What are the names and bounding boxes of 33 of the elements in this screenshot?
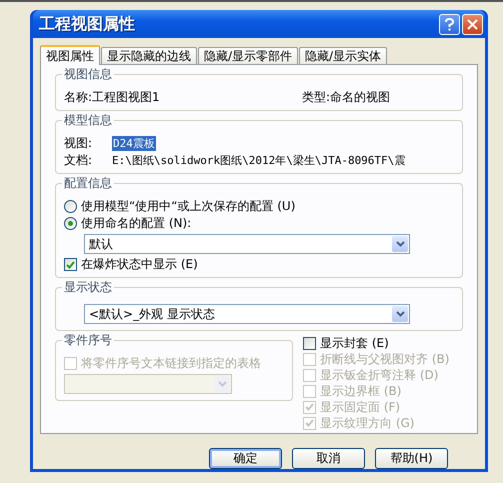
checkbox-label: 显示钣金折弯注释 (D)	[320, 366, 438, 384]
group-title: 视图信息	[62, 67, 114, 81]
field-value: D24震板	[112, 136, 156, 151]
checkbox-label: 在爆炸状态中显示 (E)	[81, 256, 198, 273]
dropdown[interactable]: <默认>_外观 显示状态	[84, 304, 410, 324]
radio-label: 使用命名的配置 (N):	[81, 215, 192, 232]
field-label: 类型:	[302, 89, 330, 106]
field-value: 工程图视图1	[92, 89, 161, 106]
checkbox-label: 显示纹理方向 (G)	[320, 414, 414, 432]
checkbox-label: 显示固定面 (F)	[320, 398, 400, 416]
checkbox-label: 显示边界框 (B)	[320, 382, 402, 400]
dialog-button[interactable]: 取消	[292, 448, 365, 469]
tab[interactable]: 显示隐藏的边线	[101, 47, 197, 64]
window-title: 工程视图属性	[39, 14, 136, 34]
field-value: E:\图纸\solidwork图纸\2012年\梁生\JTA-8096TF\震	[112, 153, 406, 168]
checkbox-label: 将零件序号文本链接到指定的表格	[81, 355, 261, 372]
tab[interactable]: 隐藏/显示实体	[299, 47, 388, 64]
group-title: 模型信息	[62, 113, 114, 127]
radio-label: 使用模型“使用中“或上次保存的配置 (U)	[81, 198, 296, 215]
dialog-button[interactable]: 帮助(H)	[375, 448, 448, 469]
group-title: 零件序号	[62, 333, 114, 347]
tab[interactable]: 隐藏/显示零部件	[198, 47, 298, 64]
field-label: 文档:	[64, 152, 94, 169]
dialog-button[interactable]: 确定	[209, 448, 282, 469]
field-value: 命名的视图	[330, 89, 390, 106]
checkbox-label: 折断线与父视图对齐 (B)	[320, 350, 450, 368]
field-label: 视图:	[64, 135, 94, 152]
tab[interactable]: 视图属性	[40, 45, 100, 65]
dropdown[interactable]: 默认	[84, 234, 410, 254]
group-title: 显示状态	[62, 280, 114, 294]
group-title: 配置信息	[62, 176, 114, 190]
checkbox-label: 显示封套 (E)	[320, 334, 389, 352]
field-label: 名称:	[64, 89, 92, 106]
